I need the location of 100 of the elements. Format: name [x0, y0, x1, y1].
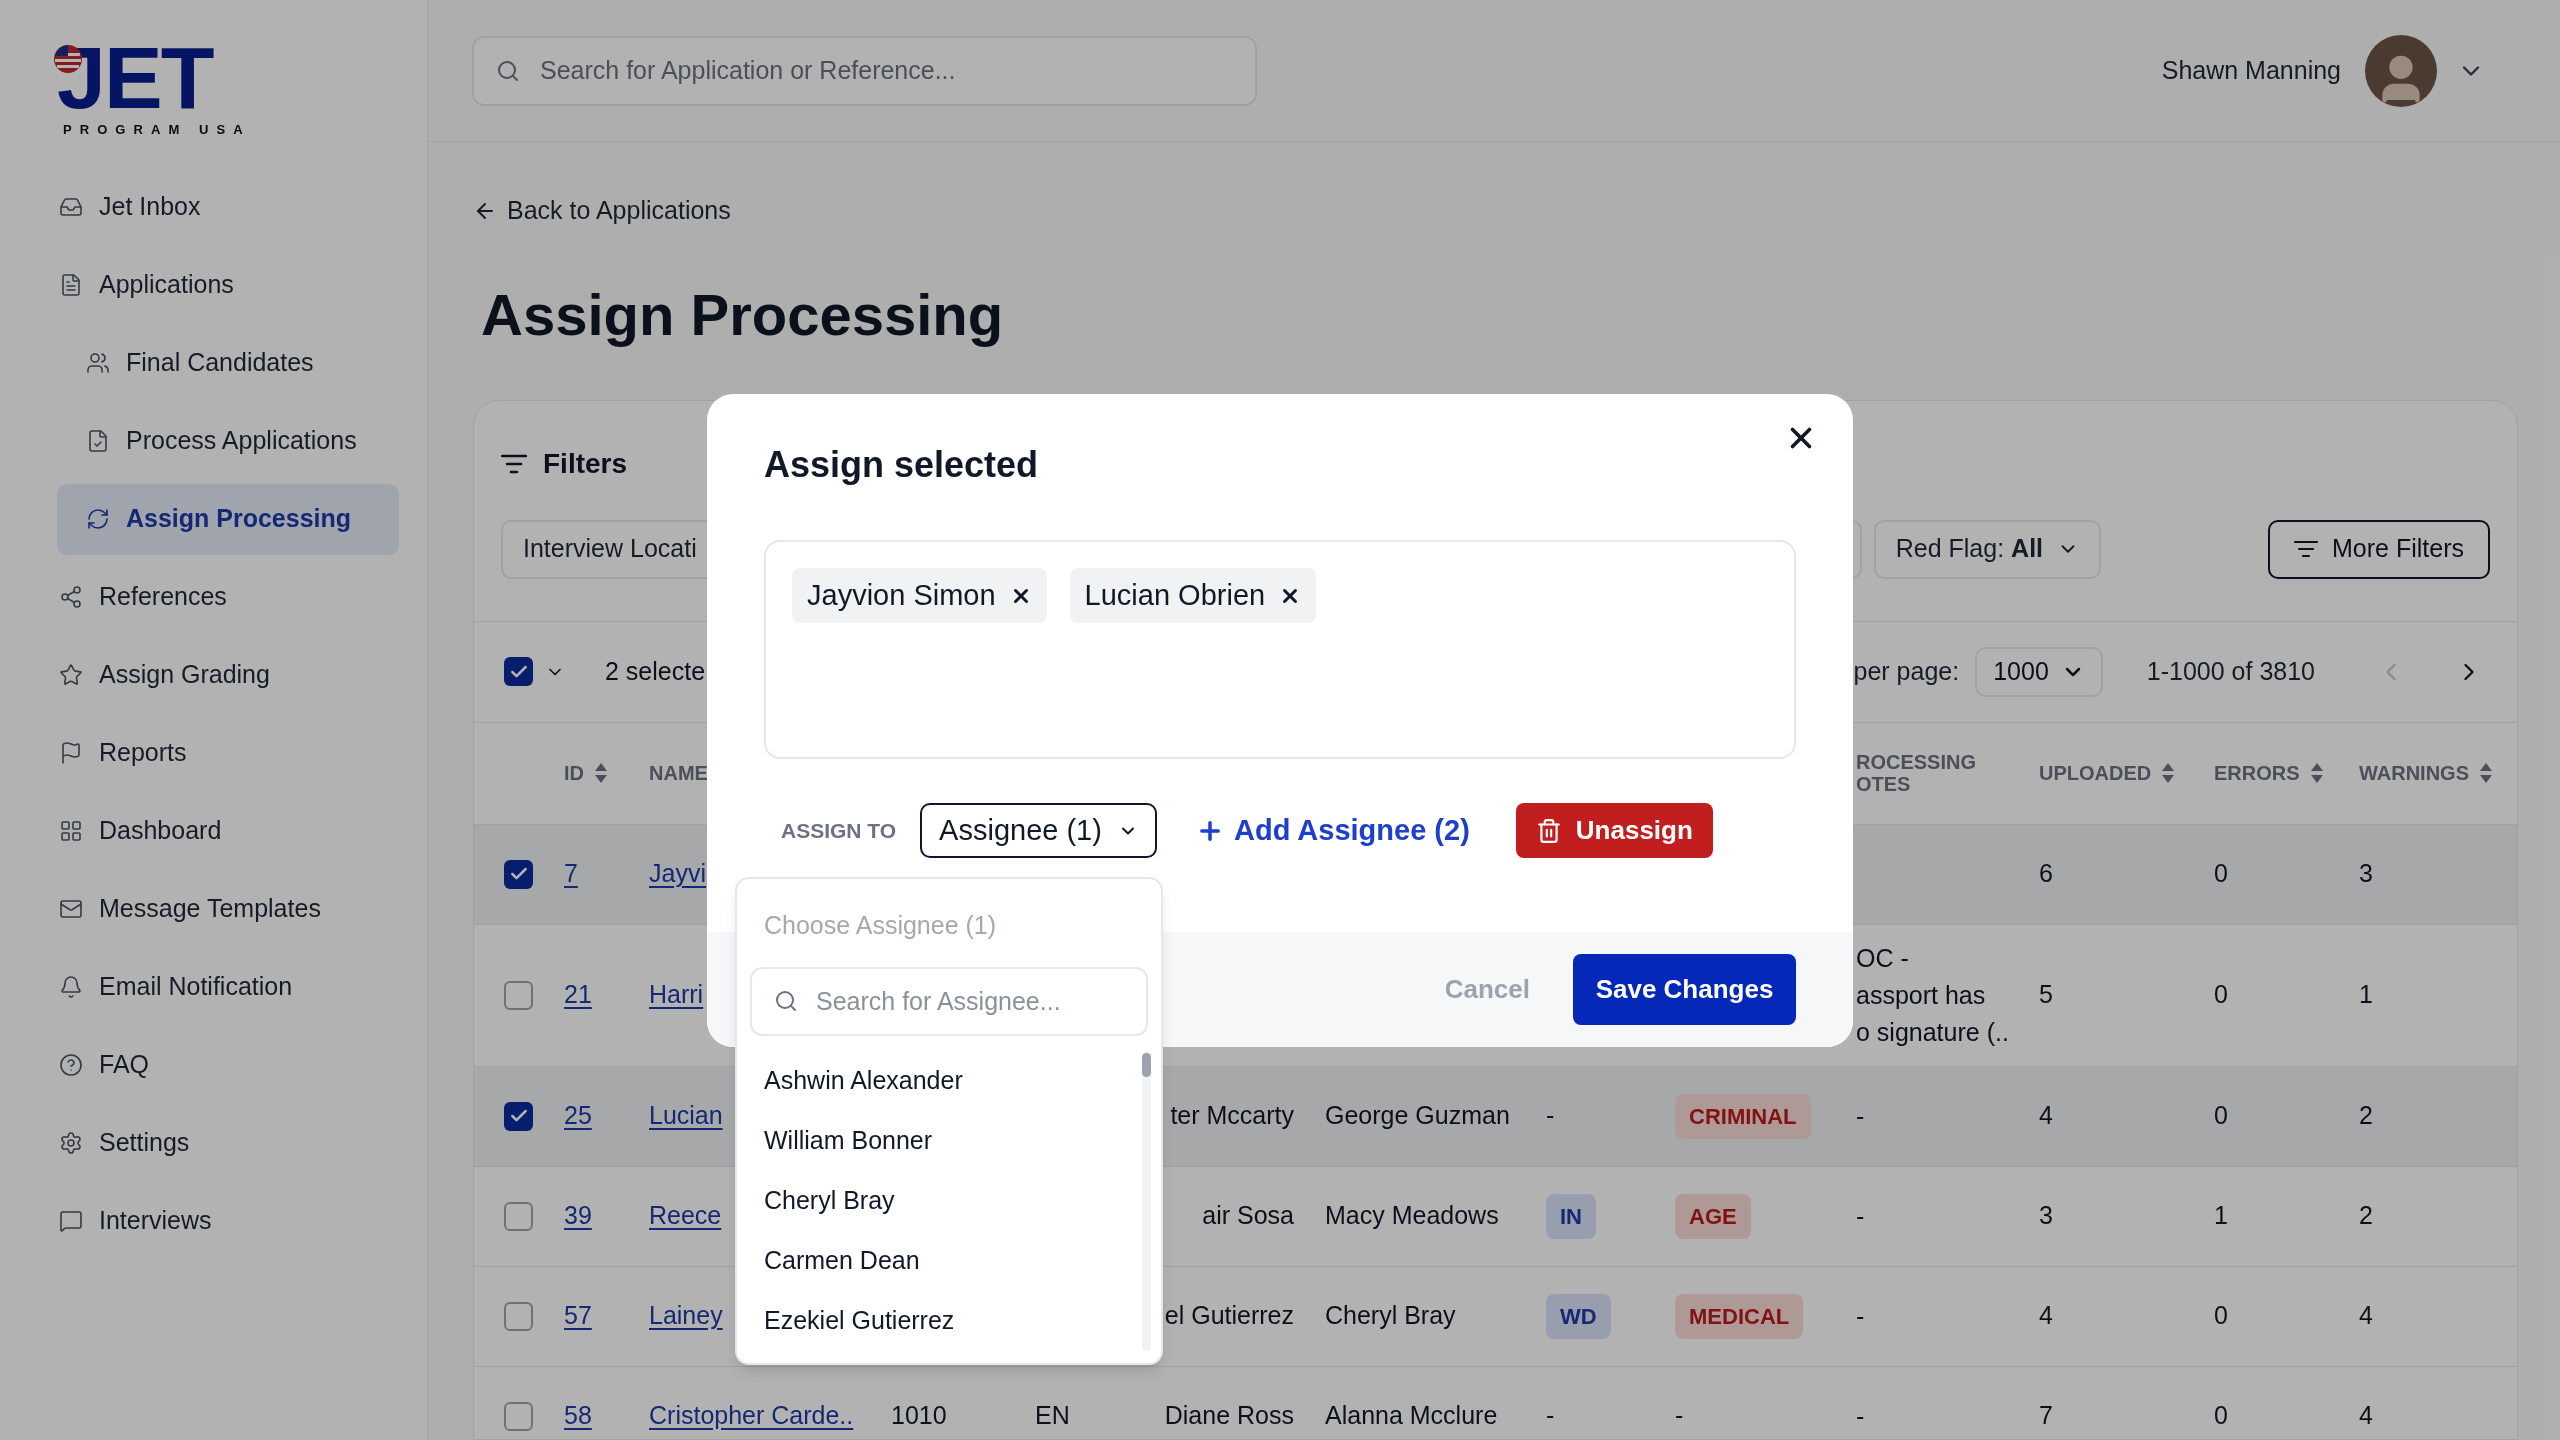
nav-item[interactable]: References [57, 561, 399, 633]
logo[interactable]: JET PROGRAM USA [57, 38, 257, 140]
name-link[interactable]: Lainey [649, 1297, 723, 1335]
checkbox[interactable] [504, 980, 533, 1010]
status-badge: CRIMINAL [1675, 1093, 1811, 1139]
table-cell-text: 3 [2359, 858, 2373, 890]
name-link[interactable]: Lucian [649, 1097, 723, 1135]
table-cell-text: - [1856, 1200, 1865, 1232]
table-cell-text: el Gutierrez [1164, 1300, 1294, 1332]
nav-item[interactable]: Email Notification [57, 951, 399, 1023]
nav-item[interactable]: Interviews [57, 1185, 399, 1257]
table-cell-text: 6 [2039, 858, 2053, 890]
table-cell-text: 1 [2359, 979, 2373, 1011]
nav-item[interactable]: Final Candidates [57, 327, 399, 399]
bell-icon [59, 975, 83, 999]
name-link[interactable]: Reece [649, 1197, 722, 1235]
table-cell-text: Cheryl Bray [1325, 1300, 1456, 1332]
nav-item[interactable]: Settings [57, 1107, 399, 1179]
column-header[interactable]: ID [564, 758, 608, 788]
table-cell-text: 3 [2039, 1200, 2053, 1232]
table-cell-text: 5 [2039, 979, 2053, 1011]
column-header[interactable]: ERRORS [2214, 762, 2324, 784]
filter-chip[interactable]: Red Flag: All [1873, 519, 2102, 579]
table-cell-text: EN [1035, 1400, 1070, 1432]
help-icon [59, 1053, 83, 1077]
column-header[interactable]: ROCESSING OTES [1856, 751, 1977, 795]
more-filters-button[interactable]: More Filters [2268, 519, 2490, 579]
table-cell-text: 4 [2039, 1100, 2053, 1132]
nav-item[interactable]: Jet Inbox [57, 171, 399, 243]
checkbox[interactable] [504, 1201, 533, 1231]
table-cell-text: OC - assport has o signature (.. [1856, 942, 2009, 1048]
per-page-label: per page: [1853, 655, 1960, 687]
table-cell-text: 4 [2359, 1400, 2373, 1432]
status-badge: MEDICAL [1675, 1293, 1804, 1339]
nav-item[interactable]: Dashboard [57, 795, 399, 867]
user-name: Shawn Manning [2161, 54, 2341, 86]
nav-item[interactable]: Assign Grading [57, 639, 399, 711]
checkbox[interactable] [504, 1401, 533, 1431]
filters-title: Filters [543, 446, 628, 481]
table-cell-text: - [1675, 1400, 1684, 1432]
search-field[interactable]: Search for Application or Reference... [472, 35, 1257, 106]
id-link[interactable]: 57 [564, 1297, 592, 1335]
id-link[interactable]: 7 [564, 855, 578, 893]
nav-item[interactable]: Message Templates [57, 873, 399, 945]
id-link[interactable]: 25 [564, 1097, 592, 1135]
checkbox[interactable] [504, 1101, 533, 1131]
id-link[interactable]: 58 [564, 1397, 592, 1435]
scrollbar[interactable] [1142, 1050, 1151, 1351]
back-link[interactable]: Back to Applications [473, 192, 2518, 230]
sort-icon[interactable] [2161, 762, 2176, 784]
table-cell-text: 0 [2214, 858, 2228, 890]
grid-icon [59, 819, 83, 843]
name-link[interactable]: Jayvi [649, 855, 706, 893]
checkbox[interactable] [504, 1301, 533, 1331]
checkbox[interactable] [504, 657, 533, 686]
table-cell-text: 1 [2214, 1200, 2228, 1232]
nav-item[interactable]: Applications [57, 249, 399, 321]
nav-item[interactable]: Process Applications [57, 405, 399, 477]
sort-icon[interactable] [2479, 762, 2493, 784]
assignee-option[interactable]: Ezekiel Gutierrez [737, 1290, 1142, 1351]
name-chip: Jayvion Simon [792, 568, 1047, 623]
per-page-select[interactable]: 1000 [1975, 646, 2103, 697]
table-cell-text: 4 [2359, 1300, 2373, 1332]
name-link[interactable]: Cristopher Carde.. [649, 1397, 854, 1435]
assignee-search-field[interactable]: Search for Assignee... [750, 966, 1148, 1036]
nav-item[interactable]: Assign Processing [57, 483, 399, 555]
column-header[interactable]: WARNINGS [2359, 762, 2493, 784]
inbox-icon [59, 195, 83, 219]
nav-item[interactable]: Reports [57, 717, 399, 789]
table-cell-text: - [1856, 1100, 1865, 1132]
id-link[interactable]: 39 [564, 1197, 592, 1235]
table-cell-text: air Sosa [1202, 1200, 1294, 1232]
status-badge: IN [1546, 1193, 1596, 1239]
sort-icon[interactable] [594, 762, 608, 784]
column-header[interactable]: UPLOADED [2039, 762, 2176, 784]
flag-icon [59, 741, 83, 765]
sort-icon[interactable] [2309, 762, 2324, 784]
filter-icon [501, 453, 527, 474]
table-cell-text: ter Mccarty [1170, 1100, 1294, 1132]
selected-names-field[interactable]: Jayvion Simon Lucian Obrien [764, 540, 1796, 759]
table-cell-text: 0 [2214, 1100, 2228, 1132]
page-range: 1-1000 of 3810 [2146, 655, 2315, 687]
unassign-button[interactable]: Unassign [1515, 803, 1713, 858]
nav-item[interactable]: FAQ [57, 1029, 399, 1101]
assignee-option[interactable]: Cheryl Bray [737, 1170, 1142, 1231]
id-link[interactable]: 21 [564, 976, 592, 1014]
assign-to-label: ASSIGN TO [781, 817, 898, 844]
name-link[interactable]: Harri [649, 976, 704, 1014]
table-cell-text: 4 [2039, 1300, 2053, 1332]
assignee-select[interactable]: Assignee (1) [920, 803, 1157, 858]
save-changes-button[interactable]: Save Changes [1573, 954, 1796, 1025]
dropdown-heading: Choose Assignee (1) [764, 910, 998, 941]
page-title: Assign Processing [481, 280, 1005, 349]
table-cell-text: - [1546, 1400, 1555, 1432]
mail-icon [59, 897, 83, 921]
add-assignee-link[interactable]: Add Assignee (2) [1196, 808, 1470, 853]
checkbox[interactable] [504, 859, 533, 889]
name-chip: Lucian Obrien [1069, 568, 1317, 623]
column-header[interactable]: NAME [649, 758, 708, 788]
table-cell-text: George Guzman [1325, 1100, 1510, 1132]
